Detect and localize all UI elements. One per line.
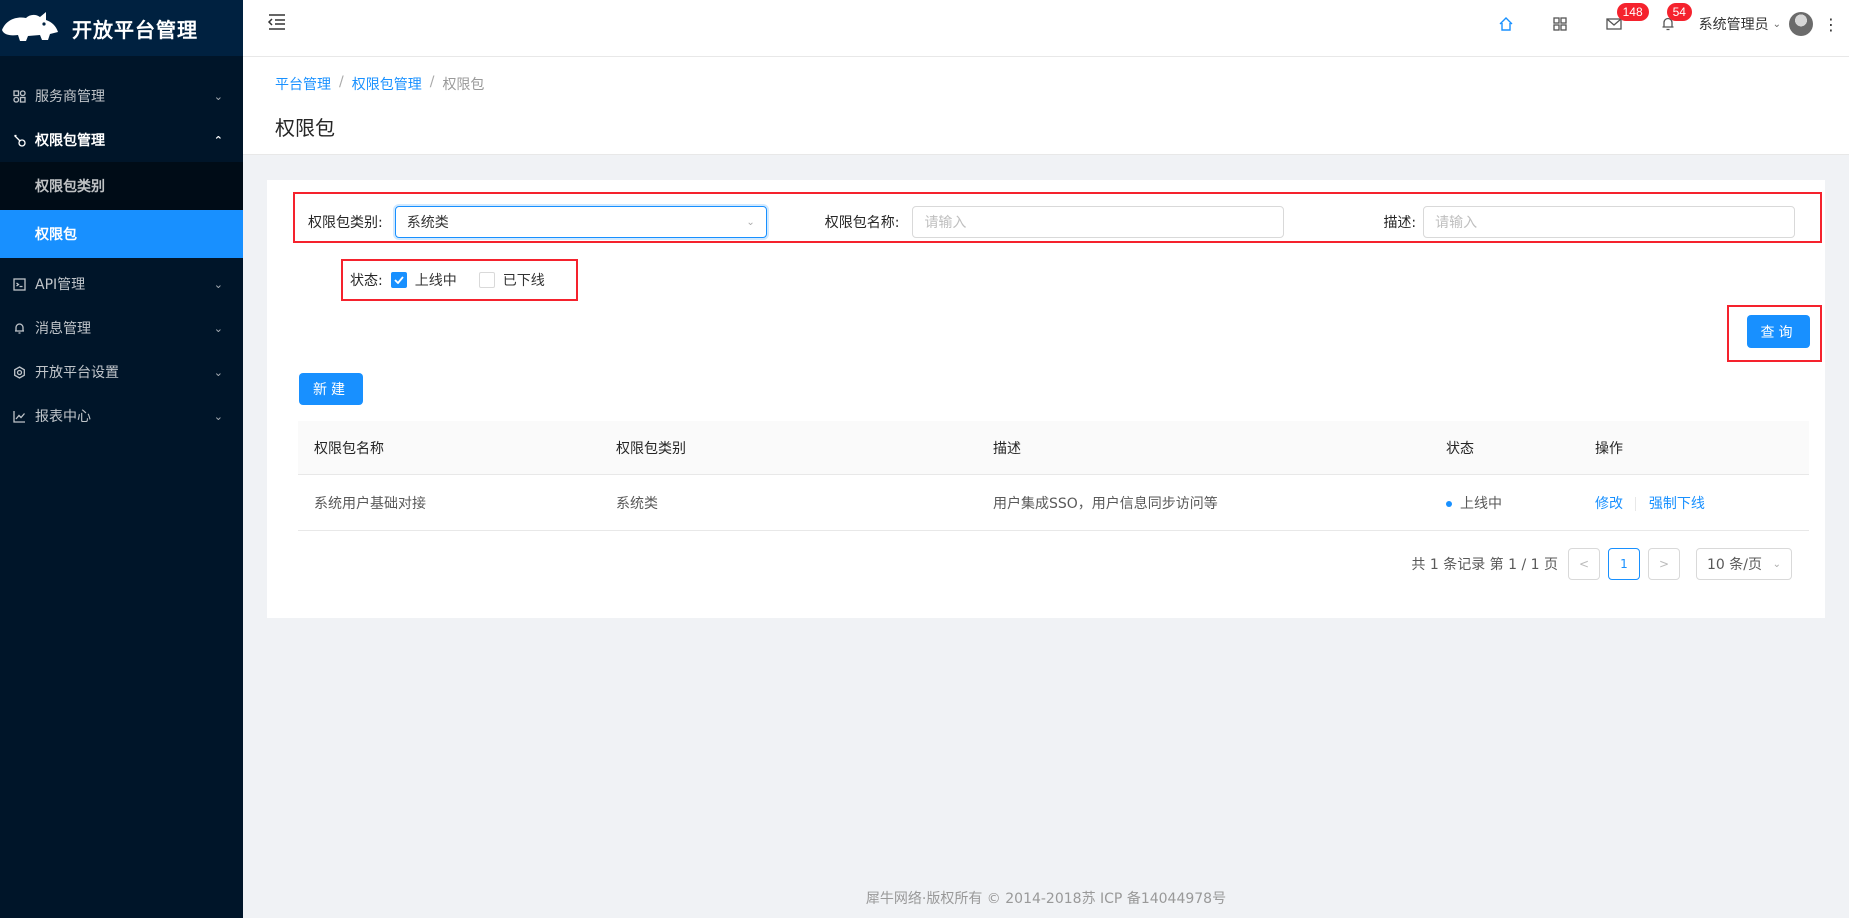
rhino-logo-icon xyxy=(0,8,60,48)
page-size-select[interactable]: 10 条/页 ⌄ xyxy=(1696,548,1792,580)
chevron-down-icon: ⌄ xyxy=(213,277,223,291)
pagination: 共 1 条记录 第 1 / 1 页 < 1 > 10 条/页 ⌄ xyxy=(1411,548,1792,580)
logo[interactable]: 开放平台管理 xyxy=(0,0,243,56)
chart-icon xyxy=(12,409,26,423)
new-button[interactable]: 新建 xyxy=(299,373,363,405)
cell-category: 系统类 xyxy=(616,495,658,512)
sidebar-item-label: 服务商管理 xyxy=(35,89,105,105)
app-grid-icon[interactable] xyxy=(1533,0,1587,48)
setting-icon xyxy=(12,365,26,379)
user-menu[interactable]: 系统管理员 ⌄ xyxy=(1699,12,1813,36)
breadcrumb: 平台管理 / 权限包管理 / 权限包 xyxy=(275,74,484,94)
notification-badge: 54 xyxy=(1666,3,1692,21)
submenu-permission-package: 权限包类别 权限包 xyxy=(0,162,243,258)
page-header: 平台管理 / 权限包管理 / 权限包 权限包 xyxy=(243,57,1849,155)
offline-checkbox-label[interactable]: 已下线 xyxy=(503,270,545,290)
sidebar-item-label: 消息管理 xyxy=(35,321,91,337)
status-text: 上线中 xyxy=(1460,495,1502,512)
status-filter: 状态: 上线中 已下线 xyxy=(350,264,567,296)
query-button[interactable]: 查询 xyxy=(1747,315,1810,348)
column-header-desc: 描述 xyxy=(993,440,1021,457)
prev-page-button[interactable]: < xyxy=(1568,548,1600,580)
chevron-down-icon: ⌄ xyxy=(1772,18,1781,30)
online-checkbox[interactable] xyxy=(390,272,407,288)
package-table: 权限包名称 权限包类别 描述 状态 操作 系统用户基础对接 系统类 用户集成SS… xyxy=(298,421,1809,531)
table-row: 系统用户基础对接 系统类 用户集成SSO，用户信息同步访问等 上线中 修改 强制… xyxy=(298,475,1809,531)
category-label: 权限包类别: xyxy=(308,215,383,231)
offline-checkbox[interactable] xyxy=(478,272,495,288)
sidebar-item-service-provider[interactable]: 服务商管理 ⌄ xyxy=(0,74,243,118)
sidebar: 开放平台管理 服务商管理 ⌄ 权限包管理 ⌃ 权限包类别 权限包 API管理 ⌄… xyxy=(0,0,243,918)
force-offline-link[interactable]: 强制下线 xyxy=(1649,496,1705,512)
category-select[interactable]: 系统类 ⌄ xyxy=(394,206,767,238)
status-dot xyxy=(1446,500,1452,507)
sidebar-menu: 服务商管理 ⌄ 权限包管理 ⌃ 权限包类别 权限包 API管理 ⌄ 消息管理 ⌄… xyxy=(0,56,243,438)
action-divider xyxy=(1635,496,1637,511)
breadcrumb-current: 权限包 xyxy=(442,77,485,93)
user-name: 系统管理员 xyxy=(1698,17,1769,33)
mail-icon[interactable]: 148 xyxy=(1587,0,1649,48)
edit-link[interactable]: 修改 xyxy=(1595,496,1623,512)
cell-actions: 修改 强制下线 xyxy=(1579,493,1809,513)
top-header: 148 54 系统管理员 ⌄ ⋮ xyxy=(243,0,1849,57)
sidebar-item-label: 开放平台设置 xyxy=(35,365,119,381)
team-icon xyxy=(12,89,26,103)
chevron-down-icon: ⌄ xyxy=(213,321,223,335)
content-card: 权限包类别: 系统类 ⌄ 权限包名称: 请输入 描述: 请输入 状态: 上线中 … xyxy=(267,180,1825,618)
breadcrumb-separator: / xyxy=(429,74,435,90)
desc-input[interactable]: 请输入 xyxy=(1423,206,1796,238)
sidebar-item-api-mgmt[interactable]: API管理 ⌄ xyxy=(0,262,243,306)
filter-row: 权限包类别: 系统类 ⌄ 权限包名称: 请输入 描述: 请输入 xyxy=(308,204,1796,240)
home-icon[interactable] xyxy=(1479,0,1533,48)
breadcrumb-separator: / xyxy=(339,74,344,90)
sidebar-item-package[interactable]: 权限包 xyxy=(0,210,243,258)
page-number-button[interactable]: 1 xyxy=(1608,548,1640,580)
chevron-down-icon: ⌄ xyxy=(213,365,223,379)
category-select-value: 系统类 xyxy=(406,215,449,231)
app-title: 开放平台管理 xyxy=(72,17,198,42)
key-icon xyxy=(12,133,26,147)
api-icon xyxy=(12,277,26,291)
column-header-category: 权限包类别 xyxy=(616,440,686,457)
breadcrumb-item[interactable]: 权限包管理 xyxy=(352,74,422,94)
status-label: 状态: xyxy=(350,273,383,289)
sidebar-item-label: API管理 xyxy=(35,277,86,293)
sidebar-item-label: 权限包管理 xyxy=(35,133,105,149)
sidebar-item-message-mgmt[interactable]: 消息管理 ⌄ xyxy=(0,306,243,350)
footer-copyright: 犀牛网络·版权所有 © 2014-2018苏 ICP 备14044978号 xyxy=(865,891,1227,907)
pagination-summary: 共 1 条记录 第 1 / 1 页 xyxy=(1411,557,1558,573)
column-header-actions: 操作 xyxy=(1595,440,1623,457)
sidebar-item-report-center[interactable]: 报表中心 ⌄ xyxy=(0,394,243,438)
page-size-value: 10 条/页 xyxy=(1707,557,1762,573)
column-header-name: 权限包名称 xyxy=(314,440,384,457)
online-checkbox-label[interactable]: 上线中 xyxy=(415,270,457,290)
next-page-button[interactable]: > xyxy=(1648,548,1680,580)
cell-name: 系统用户基础对接 xyxy=(314,495,426,512)
page-title: 权限包 xyxy=(275,116,335,140)
more-vertical-icon[interactable]: ⋮ xyxy=(1813,0,1849,48)
column-header-status: 状态 xyxy=(1446,440,1474,457)
breadcrumb-item[interactable]: 平台管理 xyxy=(275,74,331,94)
chevron-down-icon: ⌄ xyxy=(213,89,223,103)
notification-bell-icon[interactable]: 54 xyxy=(1641,0,1695,48)
name-label: 权限包名称: xyxy=(824,215,900,231)
chevron-down-icon: ⌄ xyxy=(213,409,223,423)
sidebar-item-permission-package-mgmt[interactable]: 权限包管理 ⌃ xyxy=(0,118,243,162)
chevron-up-icon: ⌃ xyxy=(213,133,223,147)
chevron-down-icon: ⌄ xyxy=(1772,558,1781,570)
sidebar-item-package-category[interactable]: 权限包类别 xyxy=(0,162,243,210)
name-input[interactable]: 请输入 xyxy=(912,206,1285,238)
desc-label: 描述: xyxy=(1383,215,1417,231)
bell-icon xyxy=(12,321,26,335)
avatar[interactable] xyxy=(1789,12,1813,36)
chevron-down-icon: ⌄ xyxy=(746,216,755,228)
sidebar-item-platform-settings[interactable]: 开放平台设置 ⌄ xyxy=(0,350,243,394)
menu-fold-icon[interactable] xyxy=(267,12,287,32)
table-header: 权限包名称 权限包类别 描述 状态 操作 xyxy=(298,421,1809,475)
sidebar-item-label: 报表中心 xyxy=(35,409,91,425)
cell-desc: 用户集成SSO，用户信息同步访问等 xyxy=(993,495,1218,512)
cell-status: 上线中 xyxy=(1430,493,1579,513)
header-actions: 148 54 系统管理员 ⌄ ⋮ xyxy=(1479,0,1849,48)
